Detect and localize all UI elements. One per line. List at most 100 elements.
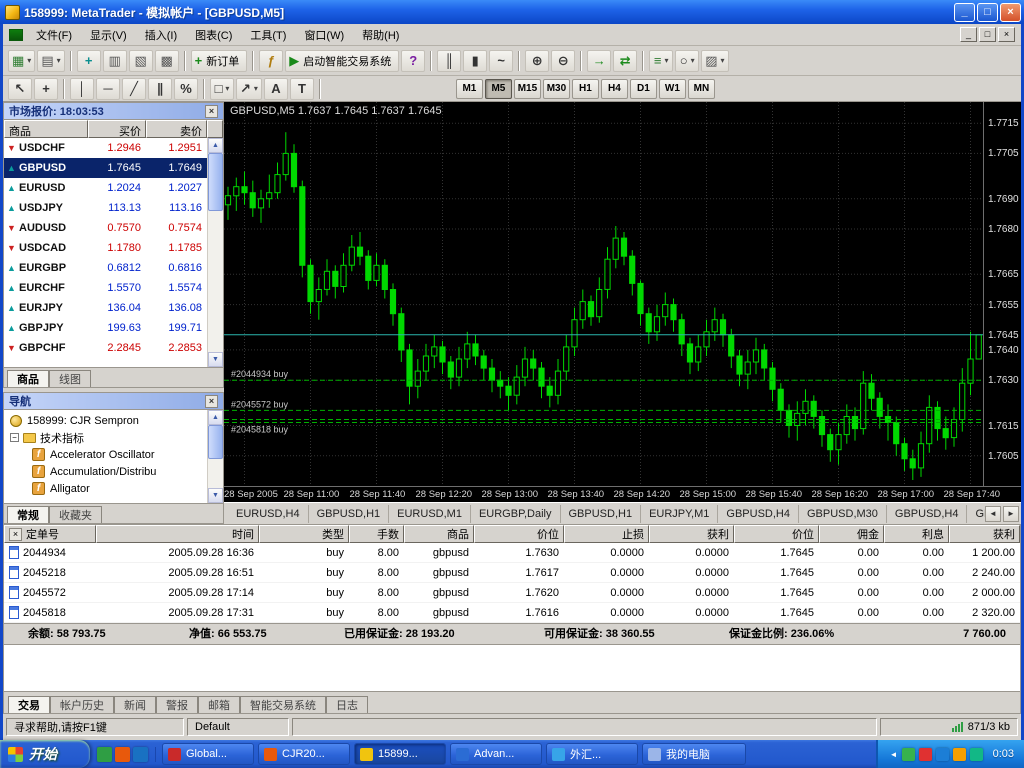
timeframe-h1-button[interactable]: H1 <box>572 79 599 99</box>
timeframe-w1-button[interactable]: W1 <box>659 79 686 99</box>
chart-area[interactable]: GBPUSD,M5 1.7637 1.7645 1.7637 1.7645 #2… <box>224 102 1021 502</box>
navigator-indicator-item[interactable]: fAlligator <box>4 480 207 497</box>
navigator-indicator-item[interactable]: fAccelerator Oscillator <box>4 446 207 463</box>
timeframe-m30-button[interactable]: M30 <box>543 79 570 99</box>
terminal-tab[interactable]: 警报 <box>156 696 198 713</box>
chart-tab[interactable]: GBPUSD,H1 <box>309 505 390 523</box>
chart-tab[interactable]: EURGBP,Daily <box>471 505 561 523</box>
timeframe-h4-button[interactable]: H4 <box>601 79 628 99</box>
terminal-column-header[interactable]: 佣金 <box>819 525 884 543</box>
navigator-scrollbar[interactable]: ▲ ▼ <box>207 410 223 503</box>
timeframe-m1-button[interactable]: M1 <box>456 79 483 99</box>
terminal-tab[interactable]: 新闻 <box>114 696 156 713</box>
navigator-toggle-button[interactable]: ▧ <box>129 50 153 72</box>
data-window-toggle-button[interactable]: ▥ <box>103 50 127 72</box>
new-chart-button[interactable]: ▦▾ <box>8 50 35 72</box>
templates-button[interactable]: ▨▾ <box>701 50 728 72</box>
market-watch-scrollbar[interactable]: ▲ ▼ <box>207 138 223 367</box>
zoom-in-button[interactable]: ⊕ <box>525 50 549 72</box>
restore-button[interactable]: □ <box>977 3 998 22</box>
equidistant-channel-button[interactable]: ∥ <box>148 78 172 100</box>
candlestick-plot[interactable]: #2044934 buy#2045572 buy#2045818 buy <box>224 102 983 486</box>
navigator-close-button[interactable]: × <box>205 395 218 408</box>
terminal-toggle-button[interactable]: ▩ <box>155 50 179 72</box>
timeframe-d1-button[interactable]: D1 <box>630 79 657 99</box>
menu-item[interactable]: 文件(F) <box>27 27 81 45</box>
text-label-button[interactable]: T <box>290 78 314 100</box>
menu-item[interactable]: 图表(C) <box>186 27 241 45</box>
time-axis[interactable]: 28 Sep 200528 Sep 11:0028 Sep 11:4028 Se… <box>224 486 1021 502</box>
market-watch-row[interactable]: ▲EURGBP0.68120.6816 <box>4 258 207 278</box>
shapes-button[interactable]: □▾ <box>210 78 234 100</box>
market-watch-row[interactable]: ▲EURCHF1.55701.5574 <box>4 278 207 298</box>
order-row[interactable]: 20452182005.09.28 16:51buy8.00gbpusd1.76… <box>4 563 1020 583</box>
navigator-tab[interactable]: 收藏夹 <box>49 506 102 523</box>
bid-column-header[interactable]: 买价 <box>88 120 146 138</box>
chart-tabs-scroll-left-icon[interactable]: ◄ <box>985 506 1001 522</box>
chart-tabs-scroll-right-icon[interactable]: ► <box>1003 506 1019 522</box>
scroll-up-button[interactable]: ▲ <box>208 410 223 425</box>
chart-tab[interactable]: GBPL <box>967 505 985 523</box>
quick-launch-icon[interactable] <box>115 747 130 762</box>
market-watch-tab[interactable]: 商品 <box>7 370 49 387</box>
help-button[interactable]: ? <box>401 50 425 72</box>
child-minimize-button[interactable]: _ <box>960 27 977 42</box>
child-restore-button[interactable]: □ <box>979 27 996 42</box>
terminal-column-header[interactable]: 获利 <box>949 525 1020 543</box>
timeframe-mn-button[interactable]: MN <box>688 79 715 99</box>
navigator-indicators-folder[interactable]: − 技术指标 <box>4 429 207 446</box>
crosshair-button[interactable]: + <box>34 78 58 100</box>
market-watch-row[interactable]: ▲GBPJPY199.63199.71 <box>4 318 207 338</box>
menu-item[interactable]: 窗口(W) <box>295 27 353 45</box>
market-watch-row[interactable]: ▼AUDUSD0.75700.7574 <box>4 218 207 238</box>
navigator-indicator-item[interactable]: fAccumulation/Distribu <box>4 463 207 480</box>
symbol-column-header[interactable]: 商品 <box>4 120 88 138</box>
chart-tab[interactable]: GBPUSD,H4 <box>718 505 799 523</box>
market-watch-row[interactable]: ▲EURJPY136.04136.08 <box>4 298 207 318</box>
chart-tab[interactable]: GBPUSD,H1 <box>561 505 642 523</box>
cursor-button[interactable]: ↖ <box>8 78 32 100</box>
terminal-tab[interactable]: 日志 <box>326 696 368 713</box>
price-scale[interactable]: 1.77151.77051.76901.76801.76651.76551.76… <box>983 102 1021 486</box>
terminal-column-header[interactable]: ×定单号 <box>4 525 96 543</box>
market-watch-row[interactable]: ▲USDJPY113.13113.16 <box>4 198 207 218</box>
auto-scroll-button[interactable]: → <box>587 50 611 72</box>
arrows-button[interactable]: ↗▾ <box>236 78 262 100</box>
terminal-tab[interactable]: 邮箱 <box>198 696 240 713</box>
market-watch-row[interactable]: ▼USDCHF1.29461.2951 <box>4 138 207 158</box>
start-button[interactable]: 开始 <box>0 740 90 768</box>
terminal-column-header[interactable]: 价位 <box>734 525 819 543</box>
taskbar-task-button[interactable]: 我的电脑 <box>642 743 746 765</box>
chart-tab[interactable]: EURJPY,M1 <box>641 505 718 523</box>
menu-item[interactable]: 帮助(H) <box>353 27 408 45</box>
taskbar-task-button[interactable]: Advan... <box>450 743 542 765</box>
profiles-button[interactable]: ▤▾ <box>37 50 64 72</box>
close-button[interactable]: × <box>1000 3 1021 22</box>
terminal-column-header[interactable]: 商品 <box>404 525 474 543</box>
ask-column-header[interactable]: 卖价 <box>146 120 207 138</box>
horizontal-line-button[interactable]: ─ <box>96 78 120 100</box>
scroll-down-button[interactable]: ▼ <box>208 352 223 367</box>
timeframe-m15-button[interactable]: M15 <box>514 79 541 99</box>
trendline-button[interactable]: ╱ <box>122 78 146 100</box>
minimize-button[interactable]: _ <box>954 3 975 22</box>
order-row[interactable]: 20449342005.09.28 16:36buy8.00gbpusd1.76… <box>4 543 1020 563</box>
terminal-column-header[interactable]: 手数 <box>349 525 404 543</box>
terminal-tab[interactable]: 帐户历史 <box>50 696 114 713</box>
vertical-line-button[interactable]: │ <box>70 78 94 100</box>
candlestick-chart-button[interactable]: ▮ <box>463 50 487 72</box>
chart-tab[interactable]: GBPUSD,M30 <box>799 505 887 523</box>
scroll-up-button[interactable]: ▲ <box>208 138 223 153</box>
market-watch-row[interactable]: ▲EURUSD1.20241.2027 <box>4 178 207 198</box>
terminal-column-header[interactable]: 类型 <box>259 525 349 543</box>
menu-item[interactable]: 插入(I) <box>136 27 186 45</box>
text-button[interactable]: A <box>264 78 288 100</box>
terminal-close-button[interactable]: × <box>9 528 22 541</box>
terminal-column-header[interactable]: 获利 <box>649 525 734 543</box>
terminal-tab[interactable]: 交易 <box>8 696 50 713</box>
navigator-tab[interactable]: 常规 <box>7 506 49 523</box>
scrollbar-thumb[interactable] <box>208 425 223 459</box>
taskbar-task-button[interactable]: 外汇... <box>546 743 638 765</box>
terminal-column-header[interactable]: 止损 <box>564 525 649 543</box>
new-order-button[interactable]: +新订单 <box>191 50 248 72</box>
